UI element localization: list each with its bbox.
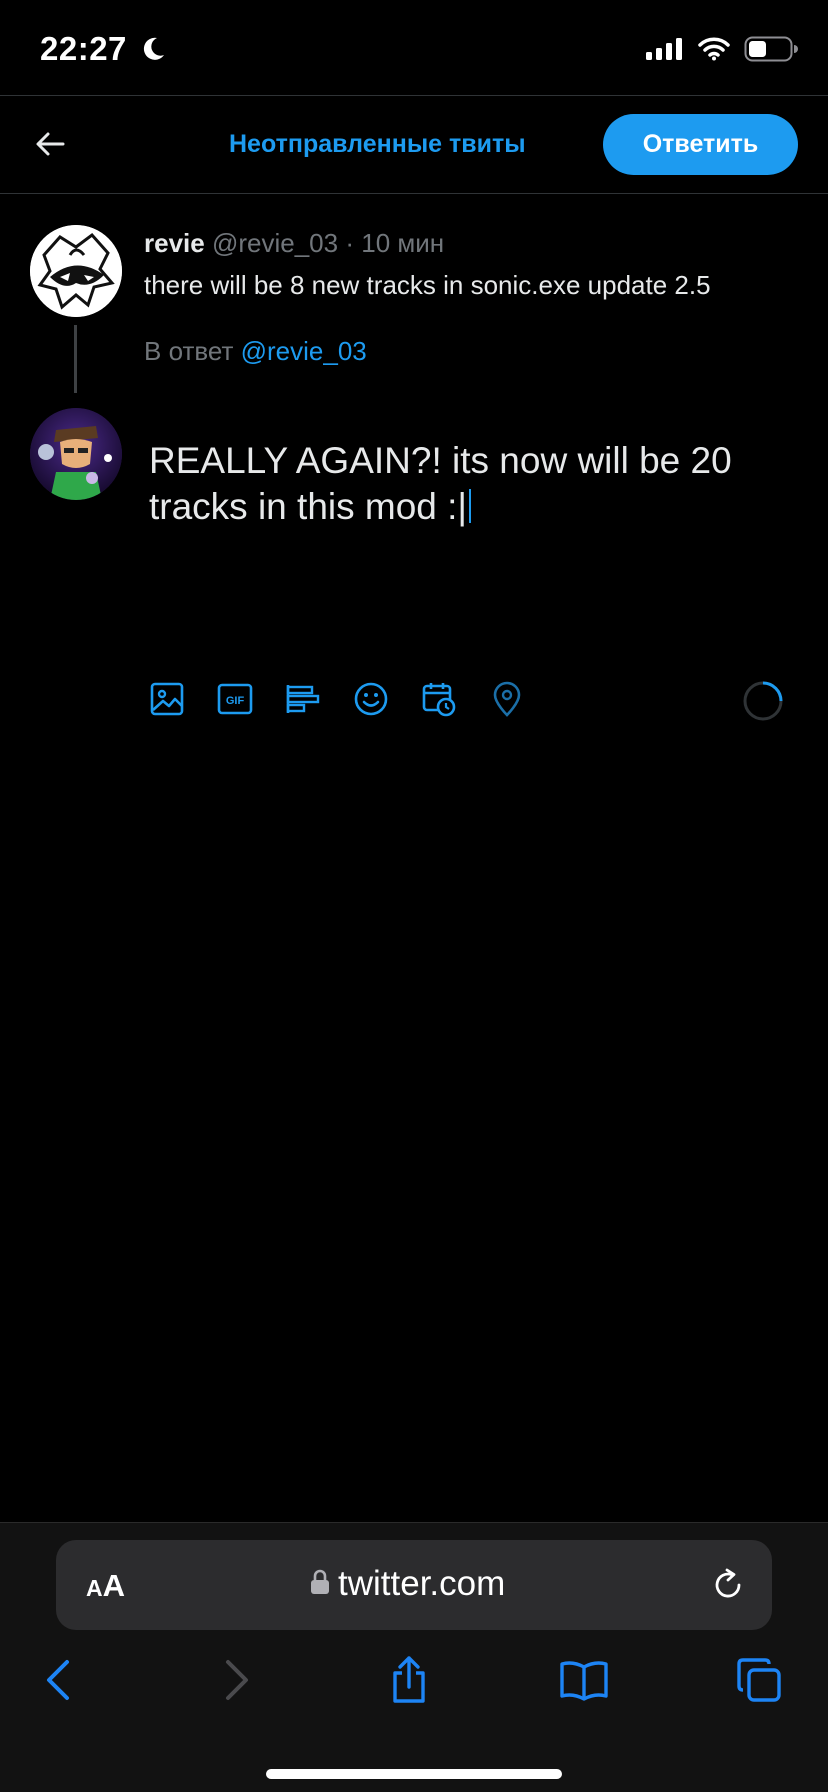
compose-textarea[interactable]: REALLY AGAIN?! its now will be 20 tracks… [149,438,789,530]
compose-header: Неотправленные твиты Ответить [0,96,828,194]
add-poll-button[interactable] [284,682,322,720]
status-bar: 22:27 [0,0,828,96]
svg-text:GIF: GIF [226,695,245,707]
tweet-text: there will be 8 new tracks in sonic.exe … [144,270,711,300]
tweet-time: 10 мин [361,228,445,258]
my-avatar[interactable] [30,408,122,500]
status-icons [646,36,798,67]
add-emoji-button[interactable] [352,682,390,720]
schedule-button[interactable] [420,682,458,720]
character-progress-ring [742,680,784,722]
avatar[interactable] [30,225,122,317]
status-time: 22:27 [40,30,127,67]
add-gif-button[interactable]: GIF [216,682,254,720]
image-icon [150,682,184,721]
home-indicator [266,1769,562,1779]
back-button[interactable] [30,126,70,166]
url-text: twitter.com [338,1564,506,1603]
tweet-author[interactable]: revie [144,228,205,258]
battery-icon [744,36,798,67]
tabs-button[interactable] [734,1657,784,1707]
browser-back-button[interactable] [33,1657,83,1707]
browser-toolbar: AA twitter.com [0,1522,828,1792]
tweet-handle[interactable]: @revie_03 [212,228,338,258]
thread-line [74,325,77,393]
gif-icon: GIF [217,683,253,720]
bookmarks-icon [559,1659,609,1706]
text-size-button[interactable]: AA [86,1568,125,1604]
browser-nav-row [0,1655,828,1717]
tabs-icon [735,1656,783,1709]
add-location-button[interactable] [488,681,526,722]
share-icon [389,1655,429,1710]
drafts-link[interactable]: Неотправленные твиты [229,130,526,159]
add-image-button[interactable] [148,682,186,720]
signal-icon [646,37,684,66]
tweet-meta: revie @revie_03 · 10 мин [144,228,444,259]
emoji-icon [354,682,388,721]
compose-text-value: REALLY AGAIN?! its now will be 20 tracks… [149,440,732,527]
reload-button[interactable] [710,1567,746,1603]
lock-icon [310,1569,330,1600]
reply-to-label: В ответ @revie_03 [144,336,367,367]
wifi-icon [698,37,730,66]
schedule-icon [422,681,456,722]
reply-prefix: В ответ [144,336,234,366]
share-button[interactable] [384,1655,434,1710]
moon-icon [140,36,166,67]
bookmarks-button[interactable] [559,1657,609,1707]
poll-icon [286,683,320,720]
location-icon [492,681,522,722]
reply-button[interactable]: Ответить [603,114,798,175]
text-caret [469,489,472,523]
url-display[interactable]: twitter.com [310,1564,505,1604]
reply-mention-link[interactable]: @revie_03 [241,336,367,366]
forward-icon [222,1658,252,1707]
meta-separator: · [345,228,355,258]
back-icon [43,1658,73,1707]
browser-forward-button[interactable] [212,1657,262,1707]
arrow-left-icon [35,131,65,162]
address-bar[interactable]: AA twitter.com [56,1540,772,1630]
